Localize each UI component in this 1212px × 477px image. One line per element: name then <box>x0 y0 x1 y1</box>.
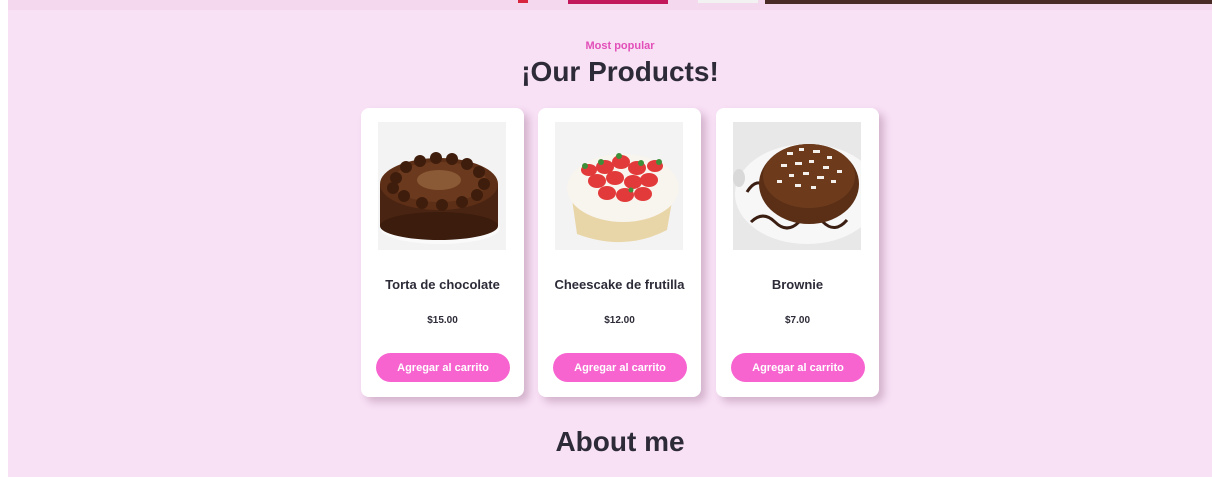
hero-image-bottom-edge <box>8 0 1212 10</box>
product-name: Brownie <box>771 277 824 292</box>
add-to-cart-button[interactable]: Agregar al carrito <box>376 353 510 382</box>
product-name: Torta de chocolate <box>385 277 500 292</box>
product-name: Cheescake de frutilla <box>554 277 685 292</box>
add-to-cart-button[interactable]: Agregar al carrito <box>553 353 687 382</box>
chocolate-cake-image <box>378 122 506 250</box>
section-eyebrow: Most popular <box>585 40 655 52</box>
product-price: $12.00 <box>604 315 635 326</box>
brownie-image <box>733 122 861 250</box>
product-card: Torta de chocolate $15.00 Agregar al car… <box>361 108 524 397</box>
product-price: $15.00 <box>427 315 458 326</box>
product-price: $7.00 <box>784 315 811 326</box>
page: Most popular ¡Our Products! Torta de cho… <box>8 0 1212 477</box>
section-title: ¡Our Products! <box>521 56 719 87</box>
strawberry-cheesecake-image <box>555 122 683 250</box>
product-card: Brownie $7.00 Agregar al carrito <box>716 108 879 397</box>
product-card: Cheescake de frutilla $12.00 Agregar al … <box>538 108 701 397</box>
about-title: About me <box>555 426 685 457</box>
add-to-cart-button[interactable]: Agregar al carrito <box>731 353 865 382</box>
